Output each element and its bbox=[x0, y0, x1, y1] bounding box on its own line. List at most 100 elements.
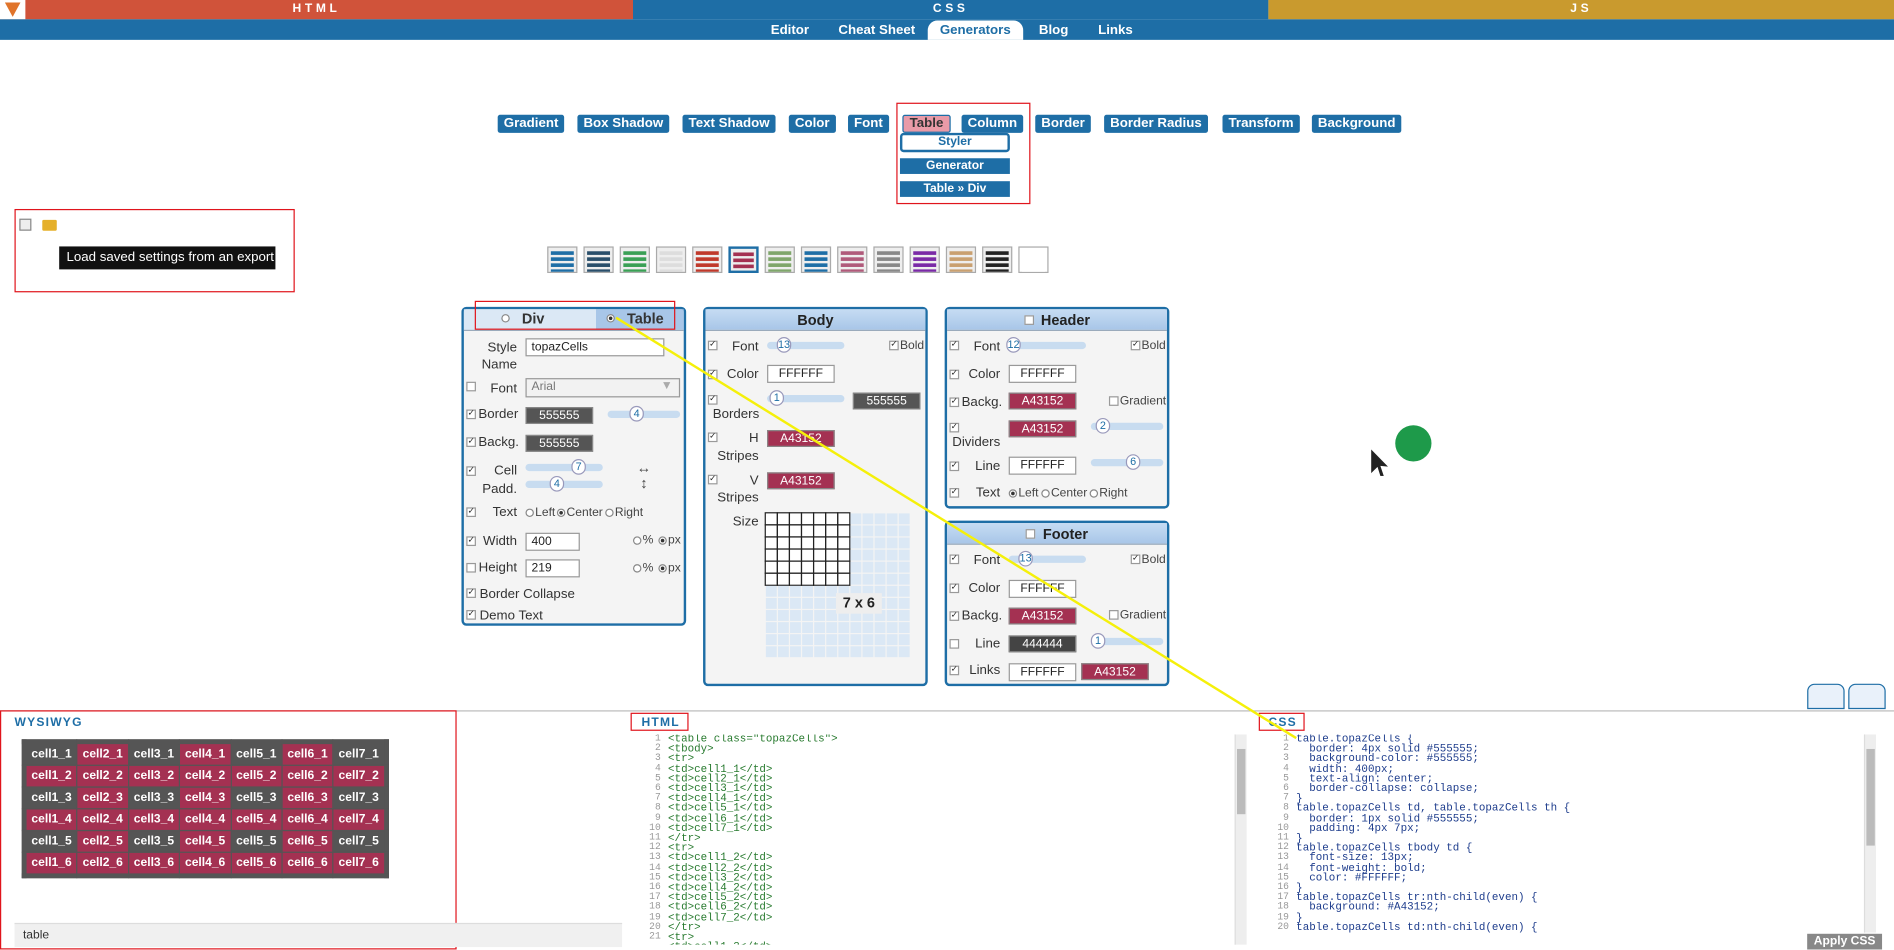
size-grid-cell[interactable] bbox=[862, 573, 874, 585]
size-grid-cell[interactable] bbox=[802, 646, 813, 658]
size-grid-cell[interactable] bbox=[777, 646, 789, 658]
size-grid-cell[interactable] bbox=[886, 610, 898, 621]
header-dividers-checkbox[interactable]: ✓ bbox=[949, 422, 960, 433]
size-grid-cell[interactable] bbox=[837, 560, 851, 574]
size-grid[interactable] bbox=[764, 512, 910, 658]
text-left-radio[interactable] bbox=[525, 508, 534, 518]
size-grid-cell[interactable] bbox=[886, 561, 898, 573]
v-stripes-swatch[interactable]: A43152 bbox=[767, 472, 835, 490]
body-borders-checkbox[interactable]: ✓ bbox=[707, 395, 718, 405]
size-grid-cell[interactable] bbox=[790, 622, 801, 633]
header-font-checkbox[interactable]: ✓ bbox=[949, 340, 960, 351]
size-grid-cell[interactable] bbox=[802, 597, 813, 609]
size-grid-cell[interactable] bbox=[790, 597, 801, 609]
size-grid-cell[interactable] bbox=[886, 537, 898, 549]
size-grid-cell[interactable] bbox=[898, 561, 910, 573]
footer-links-checkbox[interactable]: ✓ bbox=[949, 665, 960, 676]
size-grid-cell[interactable] bbox=[837, 524, 851, 538]
size-grid-cell[interactable] bbox=[886, 646, 898, 658]
footer-gradient-checkbox[interactable] bbox=[1108, 610, 1119, 620]
size-grid-cell[interactable] bbox=[886, 597, 898, 609]
width-px-radio[interactable] bbox=[658, 536, 667, 545]
size-grid-cell[interactable] bbox=[814, 646, 826, 658]
size-grid-cell[interactable] bbox=[788, 536, 803, 550]
footer-font-slider[interactable]: 13 bbox=[1008, 550, 1086, 567]
size-grid-cell[interactable] bbox=[788, 548, 803, 562]
style-preset-thumb[interactable] bbox=[982, 246, 1013, 274]
apply-css-button[interactable]: Apply CSS bbox=[1807, 933, 1883, 950]
size-grid-cell[interactable] bbox=[802, 610, 813, 621]
style-preset-thumb[interactable] bbox=[547, 246, 578, 274]
size-grid-cell[interactable] bbox=[874, 573, 886, 585]
css-code-editor[interactable]: table.topazCells { border: 4px solid #55… bbox=[1296, 734, 1859, 932]
size-grid-cell[interactable] bbox=[838, 646, 850, 658]
size-grid-cell[interactable] bbox=[814, 622, 826, 633]
style-preset-thumb[interactable] bbox=[837, 246, 868, 274]
html-scroll-thumb[interactable] bbox=[1236, 748, 1246, 815]
menu-styler[interactable]: Styler bbox=[899, 132, 1010, 153]
size-grid-cell[interactable] bbox=[874, 634, 886, 646]
size-grid-cell[interactable] bbox=[812, 512, 827, 526]
size-grid-cell[interactable] bbox=[825, 512, 839, 526]
header-dividers-knob[interactable]: 2 bbox=[1095, 417, 1111, 434]
header-font-slider[interactable]: 12 bbox=[1006, 337, 1086, 353]
body-border-slider[interactable]: 1 bbox=[767, 390, 845, 406]
size-grid-cell[interactable] bbox=[898, 610, 910, 621]
footer-font-knob[interactable]: 13 bbox=[1018, 550, 1033, 567]
size-grid-cell[interactable] bbox=[837, 536, 851, 550]
border-checkbox[interactable]: ✓ bbox=[466, 409, 476, 420]
size-grid-cell[interactable] bbox=[777, 585, 789, 597]
footer-line-swatch[interactable]: 444444 bbox=[1008, 635, 1077, 653]
size-grid-cell[interactable] bbox=[838, 622, 850, 633]
style-preset-thumb[interactable] bbox=[909, 246, 940, 274]
header-line-checkbox[interactable]: ✓ bbox=[949, 461, 960, 472]
size-grid-cell[interactable] bbox=[764, 560, 778, 574]
size-grid-cell[interactable] bbox=[790, 585, 801, 597]
size-grid-cell[interactable] bbox=[898, 573, 910, 585]
size-grid-cell[interactable] bbox=[874, 622, 886, 633]
gen-font[interactable]: Font bbox=[848, 114, 889, 133]
size-grid-cell[interactable] bbox=[790, 646, 801, 658]
size-grid-cell[interactable] bbox=[765, 585, 777, 597]
menu-generator[interactable]: Generator bbox=[899, 158, 1010, 174]
height-input[interactable]: 219 bbox=[525, 559, 580, 578]
header-dividers-slider[interactable]: 2 bbox=[1090, 417, 1164, 434]
height-px-radio[interactable] bbox=[658, 564, 667, 573]
body-border-color-swatch[interactable]: 555555 bbox=[852, 392, 921, 410]
header-color-input[interactable]: FFFFFF bbox=[1008, 364, 1077, 383]
gen-box-shadow[interactable]: Box Shadow bbox=[577, 114, 670, 133]
footer-checkbox[interactable] bbox=[1025, 529, 1036, 539]
html-code-editor[interactable]: <table class="topazCells"> <tbody> <tr> … bbox=[668, 734, 1231, 944]
size-grid-cell[interactable] bbox=[825, 548, 839, 562]
size-grid-cell[interactable] bbox=[826, 622, 838, 633]
size-grid-cell[interactable] bbox=[825, 560, 839, 574]
padd-v-slider[interactable]: 4 bbox=[525, 475, 603, 492]
h-stripes-checkbox[interactable]: ✓ bbox=[707, 432, 718, 443]
size-grid-cell[interactable] bbox=[776, 548, 791, 562]
size-grid-cell[interactable] bbox=[764, 572, 778, 586]
size-grid-cell[interactable] bbox=[850, 622, 862, 633]
size-grid-cell[interactable] bbox=[886, 513, 898, 525]
height-pct-radio[interactable] bbox=[632, 564, 642, 573]
size-grid-cell[interactable] bbox=[776, 524, 791, 538]
size-grid-cell[interactable] bbox=[898, 634, 910, 646]
nav-blog[interactable]: Blog bbox=[1027, 21, 1081, 40]
style-preset-thumb[interactable] bbox=[764, 246, 795, 274]
size-grid-cell[interactable] bbox=[777, 622, 789, 633]
style-preset-thumb[interactable] bbox=[655, 246, 687, 274]
size-grid-cell[interactable] bbox=[764, 524, 778, 538]
size-grid-cell[interactable] bbox=[837, 512, 851, 526]
html-section-tab[interactable]: HTML bbox=[0, 0, 633, 20]
size-grid-cell[interactable] bbox=[898, 525, 910, 537]
size-grid-cell[interactable] bbox=[837, 572, 851, 586]
size-grid-cell[interactable] bbox=[764, 548, 778, 562]
footer-line-knob[interactable]: 1 bbox=[1090, 632, 1106, 649]
size-grid-cell[interactable] bbox=[764, 536, 778, 550]
size-grid-cell[interactable] bbox=[790, 610, 801, 621]
header-checkbox[interactable] bbox=[1023, 315, 1034, 325]
size-grid-cell[interactable] bbox=[837, 548, 851, 562]
footer-line-slider[interactable]: 1 bbox=[1090, 632, 1164, 649]
size-grid-cell[interactable] bbox=[862, 622, 874, 633]
size-grid-cell[interactable] bbox=[886, 573, 898, 585]
size-grid-cell[interactable] bbox=[777, 610, 789, 621]
